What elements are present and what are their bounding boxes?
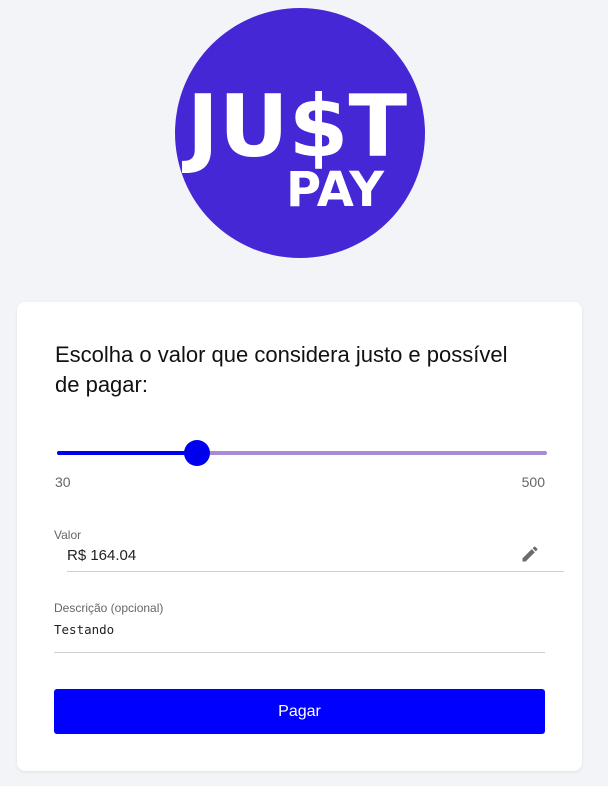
value-slider[interactable] <box>57 440 547 466</box>
descricao-label: Descrição (opcional) <box>54 601 164 615</box>
slider-fill <box>57 451 197 455</box>
valor-value[interactable]: R$ 164.04 <box>67 547 136 564</box>
form-heading: Escolha o valor que considera justo e po… <box>55 342 508 397</box>
slider-min-label: 30 <box>55 474 71 490</box>
logo-sub: PAY <box>286 162 385 218</box>
pagar-button[interactable]: Pagar <box>54 689 545 734</box>
slider-max-label: 500 <box>521 474 545 490</box>
slider-thumb[interactable] <box>183 440 210 466</box>
payment-card: Escolha o valor que considera justo e po… <box>17 302 582 771</box>
just-pay-logo: JU$T PAY <box>175 8 425 258</box>
valor-field[interactable]: R$ 164.04 <box>67 542 564 572</box>
pencil-icon[interactable] <box>520 544 540 564</box>
logo-graphic: JU$T PAY <box>182 77 408 218</box>
descricao-field[interactable]: Testando <box>54 618 545 653</box>
valor-label: Valor <box>54 528 82 542</box>
descricao-value[interactable]: Testando <box>54 622 114 637</box>
